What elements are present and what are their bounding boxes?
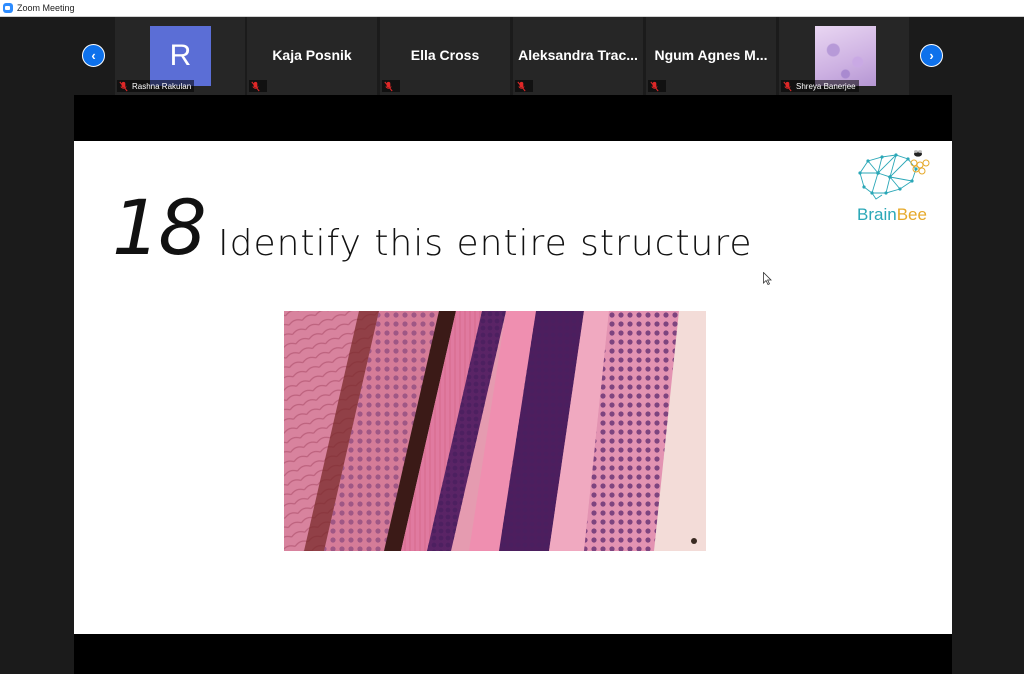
- participant-name: Ngum Agnes M...: [654, 47, 768, 63]
- muted-mic-icon: [251, 81, 260, 91]
- mouse-pointer-icon: [763, 272, 772, 285]
- participant-name-label: Rashna Rakulan: [117, 80, 195, 92]
- screen-share-view: 18 Identify this entire structure BrainB…: [74, 95, 952, 674]
- retina-micrograph-image: [284, 311, 706, 551]
- muted-mic-icon: [783, 81, 792, 91]
- participant-video: [815, 26, 876, 86]
- participant-tile[interactable]: R Rashna Rakulan: [115, 17, 246, 95]
- slide-number: 18: [112, 183, 207, 272]
- participant-strip: ‹ R Rashna Rakulan Kaja Posnik Ella Cros…: [0, 17, 1024, 95]
- chevron-left-icon: ‹: [91, 48, 96, 63]
- participant-name: Aleksandra Trac...: [518, 47, 638, 63]
- participant-tile[interactable]: Ngum Agnes M...: [646, 17, 777, 95]
- window-titlebar: Zoom Meeting: [0, 0, 1024, 17]
- participant-status: [648, 80, 666, 92]
- participant-tile[interactable]: Ella Cross: [380, 17, 511, 95]
- participant-name: Kaja Posnik: [272, 47, 352, 63]
- participant-status: [249, 80, 267, 92]
- muted-mic-icon: [650, 81, 659, 91]
- muted-mic-icon: [119, 81, 128, 91]
- participant-tile[interactable]: Shreya Banerjee: [779, 17, 910, 95]
- muted-mic-icon: [517, 81, 526, 91]
- previous-page-button[interactable]: ‹: [82, 44, 105, 67]
- next-page-button[interactable]: ›: [920, 44, 943, 67]
- participant-status: [515, 80, 533, 92]
- presentation-slide: 18 Identify this entire structure BrainB…: [74, 141, 952, 634]
- participant-status: [382, 80, 400, 92]
- avatar: R: [150, 26, 211, 86]
- logo-text: BrainBee: [857, 205, 927, 224]
- participant-name: Ella Cross: [410, 47, 480, 63]
- bee-icon: [914, 150, 922, 157]
- zoom-app-icon: [3, 3, 13, 13]
- window-title: Zoom Meeting: [17, 3, 75, 13]
- brainbee-logo: BrainBee: [850, 149, 934, 227]
- participant-name-label: Shreya Banerjee: [781, 80, 859, 92]
- participant-tile[interactable]: Aleksandra Trac...: [513, 17, 644, 95]
- slide-heading: Identify this entire structure: [218, 223, 753, 264]
- participant-tile[interactable]: Kaja Posnik: [247, 17, 378, 95]
- muted-mic-icon: [384, 81, 393, 91]
- chevron-right-icon: ›: [929, 48, 934, 63]
- brain-network-icon: [858, 150, 930, 200]
